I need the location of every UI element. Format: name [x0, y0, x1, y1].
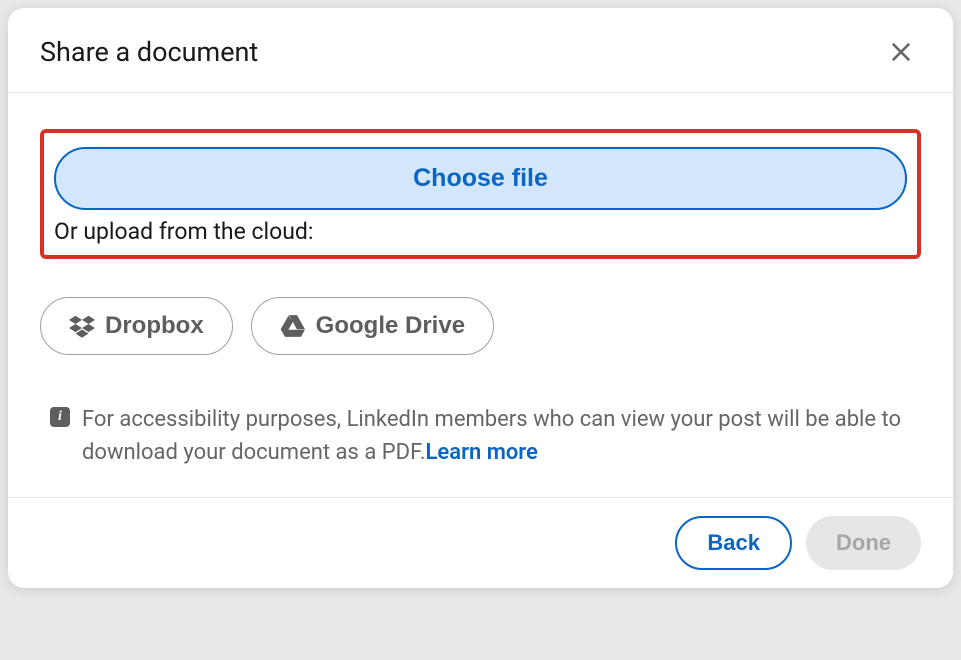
back-button[interactable]: Back — [675, 516, 792, 570]
cloud-provider-row: Dropbox Google Drive — [40, 297, 921, 355]
close-icon — [887, 38, 915, 66]
accessibility-info: i For accessibility purposes, LinkedIn m… — [40, 403, 921, 469]
dropbox-button[interactable]: Dropbox — [40, 297, 233, 355]
upload-highlight-box: Choose file Or upload from the cloud: — [40, 129, 921, 259]
info-icon: i — [50, 407, 70, 427]
share-document-modal: Share a document Choose file Or upload f… — [8, 8, 953, 588]
learn-more-link[interactable]: Learn more — [426, 440, 538, 465]
cloud-upload-label: Or upload from the cloud: — [54, 218, 907, 245]
google-drive-icon — [280, 313, 306, 339]
google-drive-button[interactable]: Google Drive — [251, 297, 494, 355]
modal-footer: Back Done — [8, 497, 953, 588]
done-button: Done — [806, 516, 921, 570]
modal-header: Share a document — [8, 8, 953, 93]
dropbox-icon — [69, 313, 95, 339]
modal-body: Choose file Or upload from the cloud: Dr… — [8, 93, 953, 497]
info-text-container: For accessibility purposes, LinkedIn mem… — [82, 403, 911, 469]
dropbox-label: Dropbox — [105, 312, 204, 340]
google-drive-label: Google Drive — [316, 312, 465, 340]
choose-file-button[interactable]: Choose file — [54, 147, 907, 210]
modal-title: Share a document — [40, 36, 258, 68]
close-button[interactable] — [881, 32, 921, 72]
